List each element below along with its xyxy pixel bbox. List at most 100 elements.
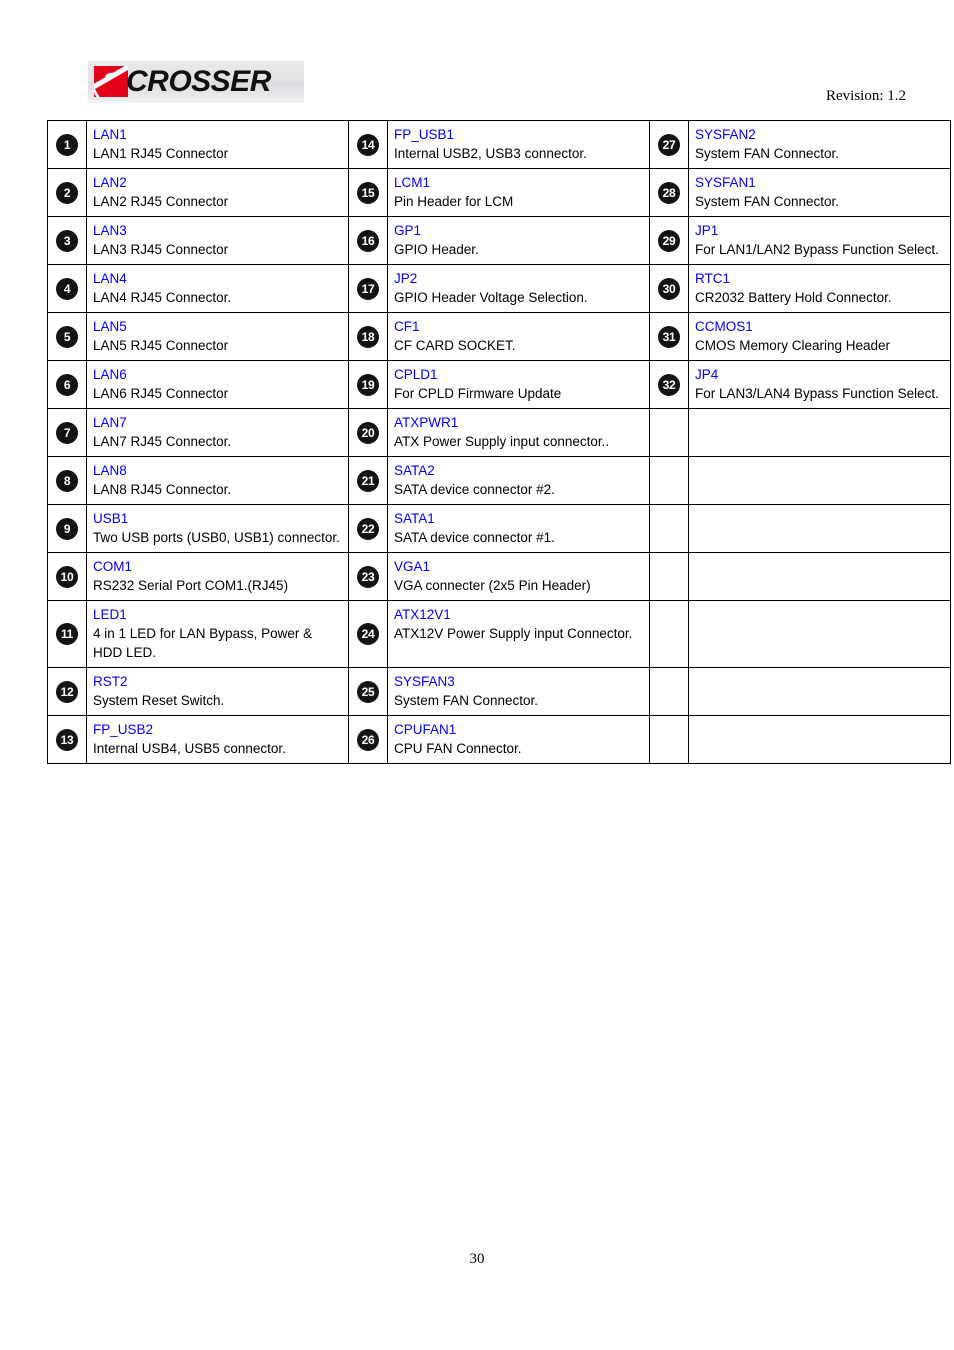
connector-label: LAN5 xyxy=(93,319,127,334)
item-number-cell: 3 xyxy=(47,216,87,265)
connector-table-body: 1 LAN1 LAN1 RJ45 Connector 14 FP_USB1 Interna… xyxy=(47,120,951,764)
empty-cell xyxy=(688,600,951,668)
connector-label: LAN7 xyxy=(93,415,127,430)
connector-description-cell: LCM1 Pin Header for LCM xyxy=(387,168,650,217)
item-number-cell: 17 xyxy=(348,264,388,313)
item-number-cell: 1 xyxy=(47,120,87,169)
connector-description: CPU FAN Connector. xyxy=(394,741,522,756)
connector-description-cell: CPUFAN1 CPU FAN Connector. xyxy=(387,715,650,764)
connector-label: CCMOS1 xyxy=(695,319,753,334)
connector-label: LCM1 xyxy=(394,175,431,190)
empty-cell xyxy=(649,667,689,716)
item-number-badge: 6 xyxy=(56,373,78,396)
connector-label: RST2 xyxy=(93,674,128,689)
connector-description: CR2032 Battery Hold Connector. xyxy=(695,290,892,305)
connector-description-cell: SATA1 SATA device connector #1. xyxy=(387,504,650,553)
item-number-badge: 22 xyxy=(357,517,379,540)
connector-description-cell: LAN8 LAN8 RJ45 Connector. xyxy=(86,456,349,505)
connector-label: JP1 xyxy=(695,223,719,238)
item-number-badge: 10 xyxy=(56,565,78,588)
item-number-cell: 21 xyxy=(348,456,388,505)
connector-description: LAN4 RJ45 Connector. xyxy=(93,290,232,305)
connector-description: System FAN Connector. xyxy=(695,194,840,209)
item-number-cell: 32 xyxy=(649,360,689,409)
connector-label: USB1 xyxy=(93,511,129,526)
item-number-cell: 24 xyxy=(348,600,388,668)
item-number-badge: 17 xyxy=(357,277,379,300)
connector-description-cell: LAN4 LAN4 RJ45 Connector. xyxy=(86,264,349,313)
connector-description-cell: FP_USB2 Internal USB4, USB5 connector. xyxy=(86,715,349,764)
table-row: 7 LAN7 LAN7 RJ45 Connector. 20 ATXPWR1 ATX Po… xyxy=(47,408,951,457)
connector-label: SYSFAN2 xyxy=(695,127,756,142)
connector-description-cell: LAN5 LAN5 RJ45 Connector xyxy=(86,312,349,361)
table-row: 10 COM1 RS232 Serial Port COM1.(RJ45) 23 VGA… xyxy=(47,552,951,601)
connector-description-cell: SYSFAN1 System FAN Connector. xyxy=(688,168,951,217)
connector-label: VGA1 xyxy=(394,559,431,574)
item-number-badge: 3 xyxy=(56,229,78,252)
item-number-cell: 10 xyxy=(47,552,87,601)
empty-cell xyxy=(649,715,689,764)
connector-description: For CPLD Firmware Update xyxy=(394,386,562,401)
connector-label: CPUFAN1 xyxy=(394,722,457,737)
connector-description: 4 in 1 LED for LAN Bypass, Power & HDD L… xyxy=(93,626,313,660)
item-number-badge: 14 xyxy=(357,133,379,156)
item-number-badge: 15 xyxy=(357,181,379,204)
connector-label: RTC1 xyxy=(695,271,731,286)
empty-cell xyxy=(649,504,689,553)
connector-description-cell: COM1 RS232 Serial Port COM1.(RJ45) xyxy=(86,552,349,601)
connector-description: LAN2 RJ45 Connector xyxy=(93,194,229,209)
connector-description-cell: CPLD1 For CPLD Firmware Update xyxy=(387,360,650,409)
table-row: 6 LAN6 LAN6 RJ45 Connector 19 CPLD1 For CPLD … xyxy=(47,360,951,409)
item-number-cell: 27 xyxy=(649,120,689,169)
item-number-badge: 13 xyxy=(56,728,78,751)
connector-label: SATA2 xyxy=(394,463,435,478)
item-number-badge: 9 xyxy=(56,517,78,540)
connector-label: JP2 xyxy=(394,271,418,286)
item-number-badge: 7 xyxy=(56,421,78,444)
connector-description-cell: SATA2 SATA device connector #2. xyxy=(387,456,650,505)
connector-description-cell: LAN2 LAN2 RJ45 Connector xyxy=(86,168,349,217)
item-number-badge: 32 xyxy=(658,373,680,396)
item-number-badge: 8 xyxy=(56,469,78,492)
connector-description: System Reset Switch. xyxy=(93,693,225,708)
table-row: 3 LAN3 LAN3 RJ45 Connector 16 GP1 GPIO Header… xyxy=(47,216,951,265)
item-number-cell: 13 xyxy=(47,715,87,764)
connector-description-cell: JP1 For LAN1/LAN2 Bypass Function Select. xyxy=(688,216,951,265)
item-number-badge: 2 xyxy=(56,181,78,204)
empty-cell xyxy=(688,408,951,457)
table-row: 4 LAN4 LAN4 RJ45 Connector. 17 JP2 GPIO Heade… xyxy=(47,264,951,313)
item-number-badge: 24 xyxy=(357,623,379,645)
empty-cell xyxy=(688,552,951,601)
connector-description: LAN5 RJ45 Connector xyxy=(93,338,229,353)
item-number-badge: 29 xyxy=(658,229,680,252)
connector-label: CPLD1 xyxy=(394,367,438,382)
connector-label: ATX12V1 xyxy=(394,607,451,622)
connector-description: LAN6 RJ45 Connector xyxy=(93,386,229,401)
connector-description-cell: VGA1 VGA connecter (2x5 Pin Header) xyxy=(387,552,650,601)
connector-description: For LAN1/LAN2 Bypass Function Select. xyxy=(695,242,939,257)
connector-description-cell: LAN6 LAN6 RJ45 Connector xyxy=(86,360,349,409)
item-number-cell: 20 xyxy=(348,408,388,457)
table-row: 12 RST2 System Reset Switch. 25 SYSFAN3 Syste… xyxy=(47,667,951,716)
connector-description-cell: SYSFAN3 System FAN Connector. xyxy=(387,667,650,716)
empty-cell xyxy=(688,456,951,505)
connector-description-cell: JP4 For LAN3/LAN4 Bypass Function Select. xyxy=(688,360,951,409)
connector-description: CF CARD SOCKET. xyxy=(394,338,516,353)
connector-label: LAN6 xyxy=(93,367,127,382)
item-number-cell: 5 xyxy=(47,312,87,361)
revision-label: Revision: 1.2 xyxy=(825,88,906,104)
item-number-badge: 25 xyxy=(357,680,379,703)
connector-label: LAN2 xyxy=(93,175,127,190)
item-number-badge: 5 xyxy=(56,325,78,348)
table-row: 5 LAN5 LAN5 RJ45 Connector 18 CF1 CF CARD SOC… xyxy=(47,312,951,361)
item-number-badge: 11 xyxy=(56,623,78,645)
item-number-cell: 11 xyxy=(47,600,87,668)
connector-description: Pin Header for LCM xyxy=(394,194,514,209)
connector-label: COM1 xyxy=(93,559,133,574)
item-number-cell: 22 xyxy=(348,504,388,553)
page-number: 30 xyxy=(469,1251,485,1267)
item-number-badge: 31 xyxy=(658,325,680,348)
connector-description-cell: LAN7 LAN7 RJ45 Connector. xyxy=(86,408,349,457)
connector-description: SATA device connector #2. xyxy=(394,482,555,497)
item-number-cell: 2 xyxy=(47,168,87,217)
